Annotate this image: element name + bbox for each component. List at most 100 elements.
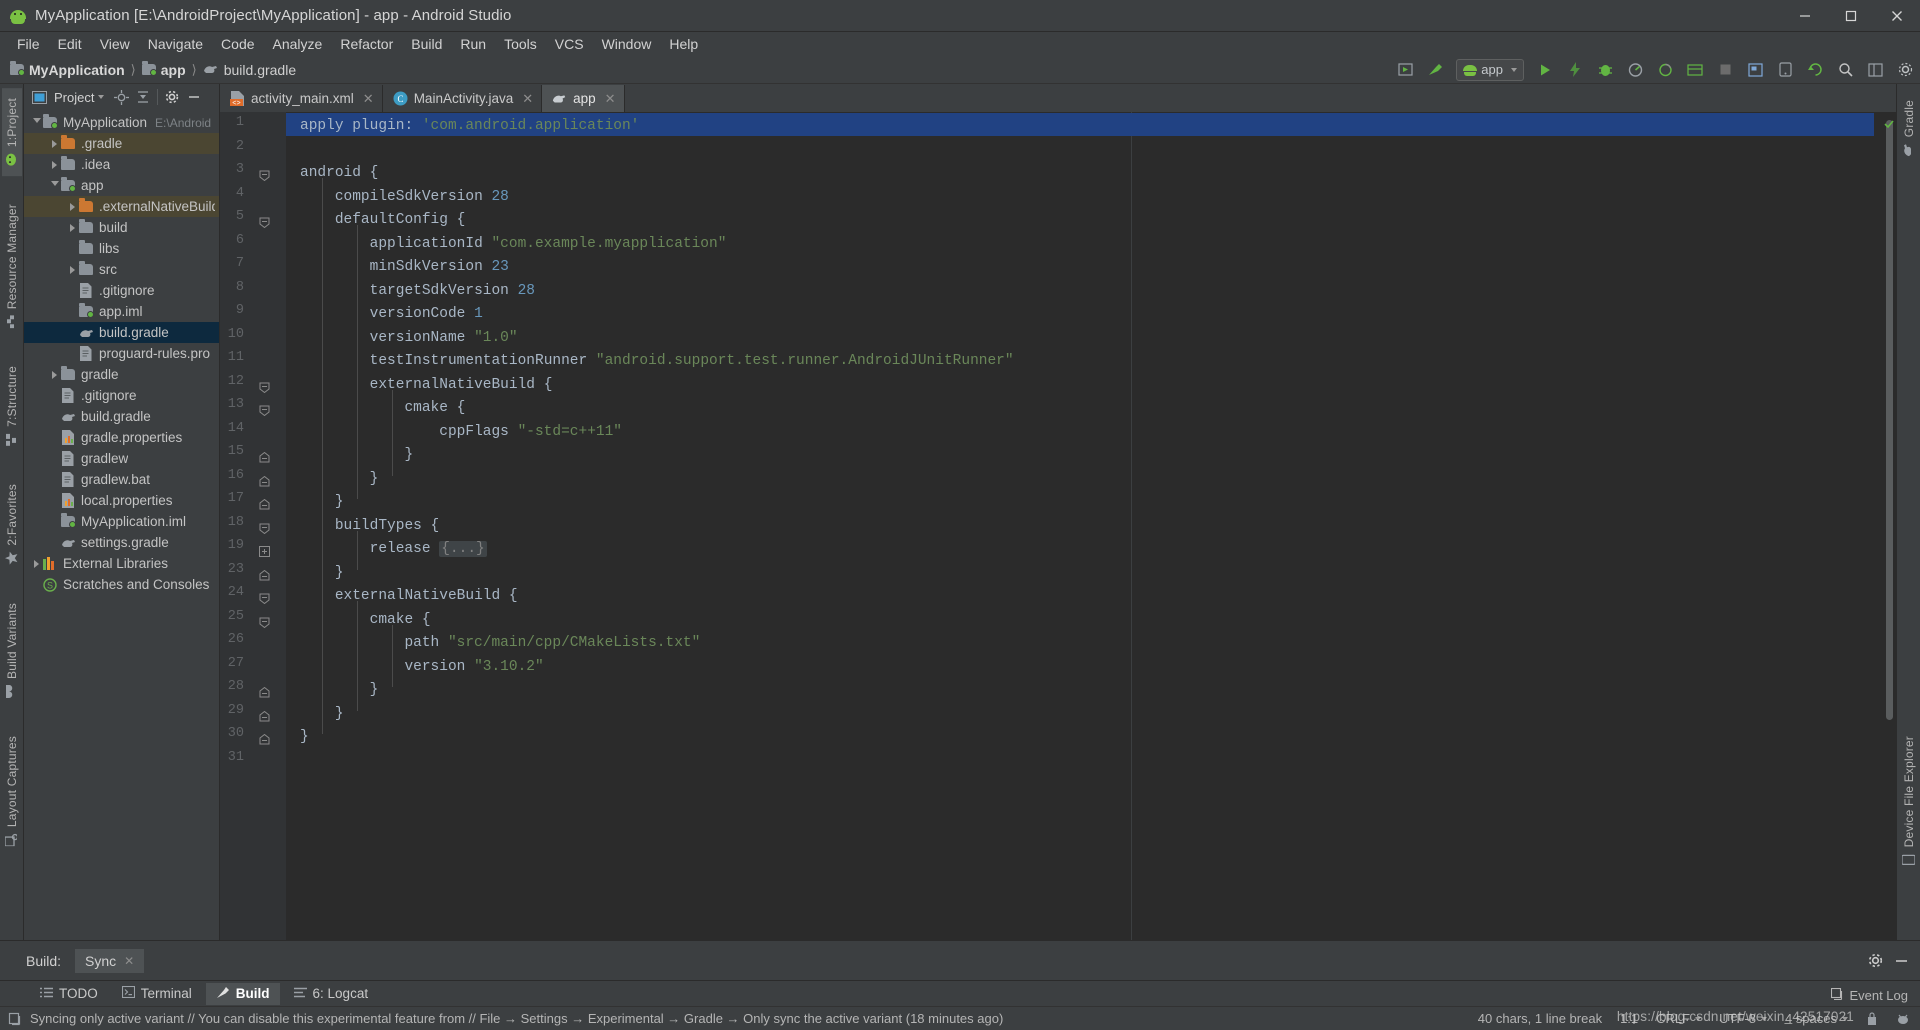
gear-icon[interactable] — [1864, 950, 1886, 972]
fold-marker-collapse[interactable] — [259, 168, 270, 182]
fold-marker-collapse[interactable] — [259, 521, 270, 534]
hide-panel-icon[interactable] — [183, 86, 205, 108]
fold-marker-collapse[interactable] — [259, 615, 270, 628]
chevron-down-icon[interactable] — [98, 95, 105, 99]
menu-tools[interactable]: Tools — [495, 33, 546, 55]
editor-scrollbar[interactable] — [1874, 112, 1896, 940]
apply-changes-icon[interactable] — [1561, 58, 1589, 82]
coverage-icon[interactable] — [1651, 58, 1679, 82]
menu-run[interactable]: Run — [451, 33, 495, 55]
tree-node-externalnativebuild[interactable]: .externalNativeBuild — [24, 196, 219, 217]
code-line[interactable]: defaultConfig { — [300, 209, 466, 233]
breadcrumb-item-app[interactable]: app — [161, 62, 186, 78]
close-icon[interactable]: ✕ — [605, 91, 616, 107]
editor-tab-mainactivity-java[interactable]: C MainActivity.java ✕ — [383, 85, 543, 112]
fold-marker-expand[interactable] — [259, 544, 270, 557]
tab-terminal[interactable]: Terminal — [112, 983, 202, 1004]
sidebar-item-build-variants[interactable]: Build Variants — [2, 593, 22, 708]
run-configuration-selector[interactable]: app — [1456, 58, 1524, 81]
code-line[interactable]: } — [300, 468, 379, 492]
status-message[interactable]: Syncing only active variant // You can d… — [30, 1011, 1003, 1026]
menu-navigate[interactable]: Navigate — [139, 33, 212, 55]
fold-marker-collapse[interactable] — [259, 215, 270, 229]
make-project-icon[interactable] — [1421, 58, 1449, 82]
menu-help[interactable]: Help — [660, 33, 707, 55]
close-icon[interactable]: ✕ — [363, 91, 374, 107]
status-droid-icon[interactable] — [1896, 1012, 1910, 1026]
code-content[interactable]: apply plugin: 'com.android.application' a… — [286, 112, 1874, 940]
menu-code[interactable]: Code — [212, 33, 263, 55]
fold-marker-end[interactable] — [259, 709, 270, 721]
status-indent[interactable]: 4 spaces — [1785, 1011, 1848, 1026]
tree-node-gitignore[interactable]: .gitignore — [24, 385, 219, 406]
status-lock-icon[interactable] — [1866, 1011, 1878, 1026]
sidebar-item-project[interactable]: 1:Project — [1, 88, 22, 177]
chevron-down-icon[interactable] — [30, 112, 43, 133]
fold-marker-end[interactable] — [259, 474, 270, 486]
sidebar-item-structure[interactable]: 7:Structure — [2, 356, 22, 456]
sidebar-item-gradle[interactable]: Gradle — [1899, 90, 1919, 166]
code-line[interactable]: apply plugin: 'com.android.application' — [300, 115, 639, 139]
search-icon[interactable] — [1831, 58, 1859, 82]
menu-file[interactable]: File — [8, 33, 49, 55]
code-line[interactable]: externalNativeBuild { — [300, 374, 553, 398]
tree-node-src[interactable]: src — [24, 259, 219, 280]
chevron-right-icon[interactable] — [48, 364, 61, 385]
chevron-right-icon[interactable] — [66, 196, 79, 217]
code-line[interactable]: externalNativeBuild { — [300, 585, 518, 609]
tree-node-app-iml[interactable]: app.iml — [24, 301, 219, 322]
fold-marker-collapse[interactable] — [259, 380, 270, 393]
code-line[interactable]: cmake { — [300, 609, 431, 633]
tree-node-myapplication-iml[interactable]: MyApplication.iml — [24, 511, 219, 532]
collapse-all-icon[interactable] — [132, 86, 154, 108]
code-line[interactable]: version "3.10.2" — [300, 656, 543, 680]
tree-node-local-properties[interactable]: local.properties — [24, 490, 219, 511]
tree-node-build-gradle[interactable]: build.gradle — [24, 322, 219, 343]
breadcrumb-item-project[interactable]: MyApplication — [29, 62, 125, 78]
menu-analyze[interactable]: Analyze — [264, 33, 332, 55]
tree-node-proguard-rules-pro[interactable]: proguard-rules.pro — [24, 343, 219, 364]
code-line[interactable]: applicationId "com.example.myapplication… — [300, 233, 727, 257]
debug-icon[interactable] — [1591, 58, 1619, 82]
menu-build[interactable]: Build — [402, 33, 451, 55]
status-line-separator[interactable]: CRLF — [1656, 1011, 1702, 1026]
status-encoding[interactable]: UTF-8 — [1719, 1011, 1767, 1026]
status-caret-position[interactable]: 1:1 — [1620, 1011, 1638, 1026]
profile-icon[interactable] — [1621, 58, 1649, 82]
editor-tab-app[interactable]: app ✕ — [542, 85, 625, 112]
settings-icon[interactable] — [161, 86, 183, 108]
fold-marker-collapse[interactable] — [259, 591, 270, 605]
code-line[interactable]: targetSdkVersion 28 — [300, 280, 535, 304]
fold-marker-end[interactable] — [259, 497, 270, 510]
code-line[interactable]: testInstrumentationRunner "android.suppo… — [300, 350, 1014, 374]
tree-node-idea[interactable]: .idea — [24, 154, 219, 175]
sidebar-item-device-file-explorer[interactable]: Device File Explorer — [1899, 726, 1919, 876]
code-line[interactable]: cppFlags "-std=c++11" — [300, 421, 622, 445]
minimize-icon[interactable] — [1890, 950, 1912, 972]
layout-inspector-icon[interactable] — [1741, 58, 1769, 82]
chevron-right-icon[interactable] — [30, 553, 43, 574]
chevron-down-icon[interactable] — [48, 175, 61, 196]
code-line[interactable]: cmake { — [300, 397, 465, 421]
maximize-button[interactable] — [1828, 0, 1874, 32]
tree-node-gitignore[interactable]: .gitignore — [24, 280, 219, 301]
menu-window[interactable]: Window — [593, 33, 661, 55]
tab-build[interactable]: Build — [205, 982, 280, 1005]
editor-gutter[interactable]: 1 2 3 4 5 6 7 8 9 10 11 12 13 14 15 16 17 18 19 23 24 25 26 27 2… — [220, 112, 286, 940]
tree-node-gradle-properties[interactable]: gradle.properties — [24, 427, 219, 448]
fold-marker-end[interactable] — [259, 450, 270, 463]
fold-marker-end[interactable] — [259, 685, 270, 698]
tree-node-settings-gradle[interactable]: settings.gradle — [24, 532, 219, 553]
project-structure-icon[interactable] — [1861, 58, 1889, 82]
build-sync-tab[interactable]: Sync ✕ — [75, 948, 145, 973]
menu-view[interactable]: View — [91, 33, 139, 55]
fold-marker-end[interactable] — [259, 568, 270, 580]
project-tree[interactable]: MyApplication E:\Android .gradle .idea app .e… — [24, 110, 219, 940]
close-button[interactable] — [1874, 0, 1920, 32]
tab-logcat[interactable]: 6: Logcat — [284, 983, 379, 1004]
tree-node-app[interactable]: app — [24, 175, 219, 196]
menu-vcs[interactable]: VCS — [546, 33, 593, 55]
editor-tab-activity-main-xml[interactable]: <> activity_main.xml ✕ — [220, 85, 383, 112]
tree-node-gradlew[interactable]: gradlew — [24, 448, 219, 469]
code-line[interactable]: minSdkVersion 23 — [300, 256, 509, 280]
